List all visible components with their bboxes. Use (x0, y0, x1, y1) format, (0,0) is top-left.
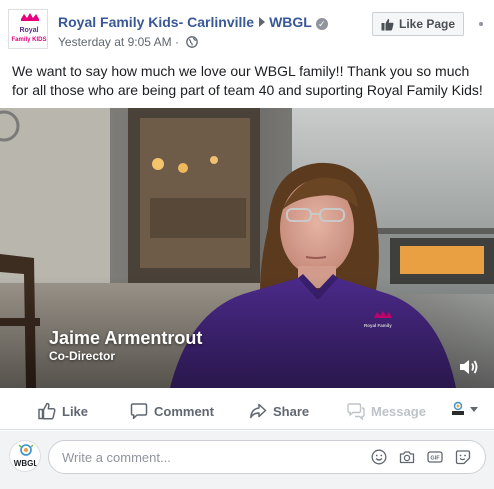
share-label: Share (273, 403, 310, 419)
share-icon (250, 403, 267, 419)
comment-label: Comment (154, 403, 214, 419)
message-icon (347, 403, 365, 420)
more-options-button[interactable] (472, 12, 490, 36)
like-icon (38, 402, 56, 420)
speaker-title: Co-Director (49, 349, 116, 363)
volume-icon[interactable] (458, 357, 480, 377)
target-page-link[interactable]: WBGL (269, 14, 312, 30)
meta-separator: · (174, 35, 179, 49)
globe-icon (186, 36, 199, 48)
facebook-post: Royal Family KIDS Royal Family Kids- Car… (0, 0, 494, 489)
post-author-line: Royal Family Kids- Carlinville WBGL ✓ (58, 14, 328, 30)
post-timestamp[interactable]: Yesterday at 9:05 AM (58, 35, 172, 49)
camera-icon[interactable] (399, 449, 415, 465)
like-page-label: Like Page (398, 17, 456, 31)
verified-badge-icon: ✓ (315, 18, 328, 30)
gif-icon[interactable]: GIF (427, 449, 443, 465)
thumbs-up-icon (381, 18, 394, 30)
comment-icon (130, 403, 148, 420)
message-label: Message (371, 403, 426, 419)
like-label: Like (62, 403, 89, 419)
dropdown-caret-icon (470, 406, 478, 412)
like-action-button[interactable]: Like (38, 401, 88, 421)
comment-action-button[interactable]: Comment (130, 401, 214, 421)
share-action-button[interactable]: Share (249, 401, 309, 421)
post-message: We want to say how much we love our WBGL… (12, 63, 483, 98)
commenter-avatar[interactable]: WBGL (9, 440, 41, 472)
avatar-logo-top: Royal (19, 27, 38, 34)
more-dots-icon (479, 22, 483, 26)
page-avatar[interactable]: Royal Family KIDS (8, 9, 48, 49)
sticker-icon[interactable] (455, 449, 471, 465)
gif-label: GIF (430, 456, 440, 462)
actor-selector[interactable] (450, 401, 478, 417)
page-name-link[interactable]: Royal Family Kids- Carlinville (58, 14, 254, 30)
avatar-logo-bottom: Family KIDS (11, 37, 46, 43)
emoji-icon[interactable] (371, 449, 387, 465)
post-meta: Yesterday at 9:05 AM · (58, 35, 199, 49)
shared-to-arrow-icon (259, 17, 266, 27)
comment-input[interactable]: Write a comment... GIF (48, 440, 486, 474)
post-actions-bar: Like Comment Share Message (0, 392, 494, 430)
royal-family-kids-logo: Royal Family KIDS (11, 13, 47, 43)
message-action-button[interactable]: Message (347, 401, 426, 421)
avatar-wbgl-text: WBGL (14, 459, 39, 468)
video-player[interactable]: Royal Family Jaime Armentrout Co-Directo… (0, 108, 494, 388)
like-page-button[interactable]: Like Page (372, 12, 464, 36)
wbgl-mini-logo-icon (452, 401, 464, 415)
post-header: Royal Family KIDS Royal Family Kids- Car… (0, 0, 494, 56)
comment-placeholder: Write a comment... (62, 450, 171, 465)
speaker-name: Jaime Armentrout (49, 328, 203, 348)
